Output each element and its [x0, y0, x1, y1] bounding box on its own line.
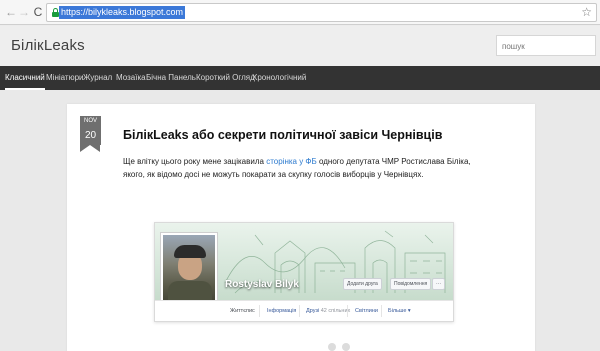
tab-friends: Друзі 42 спільних: [306, 306, 350, 316]
nav-item-mosaic[interactable]: Мозаїка: [116, 66, 146, 90]
profile-tabs: Життєпис Інформація Друзі 42 спільних Св…: [155, 300, 453, 321]
nav-item-magazine[interactable]: Журнал: [83, 66, 112, 90]
tab-more: Більше ▾: [388, 308, 411, 314]
more-button: ···: [432, 278, 445, 290]
address-bar[interactable]: https://bilykleaks.blogspot.com ☆: [46, 3, 597, 22]
blog-header: БілікLeaks: [0, 26, 600, 66]
add-friend-button: Додати друга: [343, 278, 382, 290]
nav-item-sidebar[interactable]: Бічна Панель: [146, 66, 196, 90]
pagination-dot[interactable]: [342, 343, 350, 351]
tab-photos: Світлини: [355, 308, 378, 314]
nav-item-thumbnails[interactable]: Мініатюри: [46, 66, 84, 90]
bookmark-star-icon[interactable]: ☆: [581, 5, 592, 20]
browser-toolbar: ← → C https://bilykleaks.blogspot.com ☆: [0, 0, 600, 25]
friends-count: 42 спільних: [320, 308, 351, 314]
tab-info: Інформація: [267, 308, 297, 314]
friends-label: Друзі: [306, 308, 320, 314]
nav-item-classic[interactable]: Класичний: [5, 66, 45, 90]
post-title[interactable]: БілікLeaks або секрети політичної завіси…: [123, 128, 442, 142]
back-arrow-icon[interactable]: ←: [5, 5, 17, 19]
fb-page-link[interactable]: сторінка у ФБ: [266, 157, 317, 166]
tab-timeline: Життєпис: [230, 308, 255, 314]
view-navigation: Класичний Мініатюри Журнал Мозаїка Бічна…: [0, 66, 600, 90]
search-box: [496, 35, 596, 56]
facebook-profile-image[interactable]: Rostyslav Bilyk Додати друга Повідомленн…: [154, 222, 454, 322]
date-badge: NOV 20: [80, 116, 101, 153]
post-body: Ще влітку цього року мене зацікавила сто…: [123, 155, 488, 181]
blog-title[interactable]: БілікLeaks: [11, 37, 85, 54]
nav-item-snapshot[interactable]: Короткий Огляд: [196, 66, 255, 90]
post-body-text-1: Ще влітку цього року мене зацікавила: [123, 157, 267, 166]
forward-arrow-icon[interactable]: →: [18, 5, 30, 19]
profile-name: Rostyslav Bilyk: [225, 279, 299, 290]
lock-icon: [52, 8, 59, 17]
nav-item-timeslide[interactable]: Хронологічний: [252, 66, 306, 90]
profile-avatar: [160, 232, 218, 310]
message-button: Повідомлення: [390, 278, 432, 290]
date-day: 20: [80, 127, 101, 145]
pagination-dot[interactable]: [328, 343, 336, 351]
reload-icon[interactable]: C: [32, 5, 44, 19]
date-month: NOV: [80, 116, 101, 127]
url-text[interactable]: https://bilykleaks.blogspot.com: [59, 6, 186, 19]
search-input[interactable]: [497, 37, 595, 56]
